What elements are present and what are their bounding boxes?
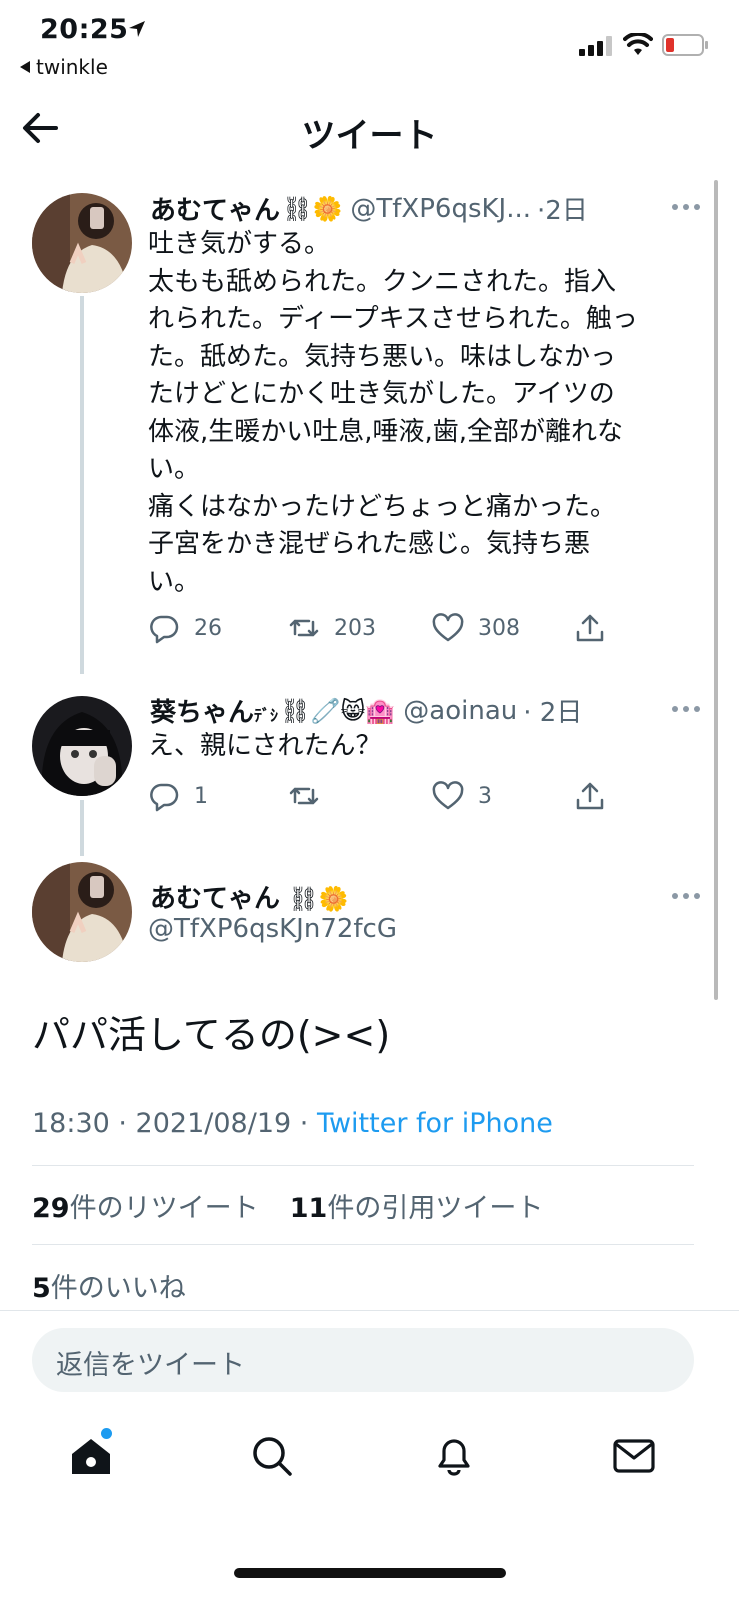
tweet-timestamp: 18:30 · 2021/08/19 · [32, 1108, 317, 1139]
retweet-button[interactable] [288, 780, 334, 812]
nav-header: ツイート [0, 96, 739, 166]
display-name[interactable]: あむてゃん [150, 884, 280, 914]
reply-placeholder: 返信をツイート [56, 1350, 245, 1381]
display-name[interactable]: 葵ちゃん [150, 692, 254, 729]
tweet-actions: 1 3 [148, 780, 618, 820]
tweet-header: 葵ちゃん ﾃﾞｼ ⛓🧷😸🏩 @aoinau · 2日 [150, 692, 582, 729]
name-emojis: ⛓🌼 [288, 885, 349, 913]
thread-connector [80, 296, 84, 674]
tweet-source-link[interactable]: Twitter for iPhone [317, 1108, 553, 1139]
like-stats[interactable]: 5件のいいね [32, 1266, 186, 1305]
like-label: 件のいいね [50, 1273, 186, 1304]
reply-button[interactable]: 26 [148, 612, 222, 644]
retweet-count: 203 [334, 615, 376, 641]
like-button[interactable]: 308 [432, 612, 520, 644]
tweet-text: 吐き気がする。 太もも舐められた。クンニされた。指入 れられた。ディープキスさせ… [148, 229, 638, 597]
username[interactable]: @TfXP6qsKJn72fcG [148, 914, 397, 944]
home-indicator[interactable] [234, 1568, 506, 1578]
tweet-time: · 2日 [523, 698, 583, 728]
more-options-icon[interactable] [671, 892, 701, 900]
display-name[interactable]: あむてゃん [150, 190, 280, 227]
wifi-icon [623, 33, 653, 55]
retweet-stats[interactable]: 29件のリツイート 11件の引用ツイート [32, 1186, 543, 1225]
share-icon [576, 782, 604, 810]
reply-icon [150, 615, 179, 644]
tweet-meta: 18:30 · 2021/08/19 · Twitter for iPhone [32, 1108, 553, 1139]
display-name-suffix: ﾃﾞｼ [254, 705, 279, 725]
retweet-count: 29 [32, 1193, 70, 1224]
reply-icon [150, 783, 179, 812]
heart-icon [432, 781, 464, 810]
like-count: 308 [478, 615, 520, 641]
name-emojis: ⛓🌼 [282, 194, 343, 223]
battery-low-icon [662, 34, 708, 56]
quote-count: 11 [289, 1193, 328, 1224]
username[interactable]: @aoinau [403, 696, 517, 726]
reply-button[interactable]: 1 [148, 780, 208, 812]
back-triangle-icon [20, 61, 30, 73]
notifications-bell-icon[interactable] [432, 1434, 476, 1478]
divider [32, 1244, 694, 1245]
share-icon [576, 614, 604, 642]
back-to-app-link[interactable]: twinkle [20, 55, 108, 79]
tweet-time: ·2日 [537, 196, 588, 226]
page-title: ツイート [301, 116, 438, 156]
divider [0, 1310, 739, 1311]
retweet-icon [289, 787, 319, 805]
home-icon[interactable] [69, 1434, 113, 1478]
divider [32, 1165, 694, 1166]
cellular-signal-icon [579, 36, 612, 56]
retweet-icon [289, 619, 319, 637]
avatar[interactable] [32, 696, 132, 796]
more-options-icon[interactable] [671, 705, 701, 713]
like-count: 3 [478, 783, 492, 809]
thread-connector [80, 800, 84, 856]
reply-input[interactable]: 返信をツイート [32, 1328, 694, 1392]
retweet-button[interactable]: 203 [288, 612, 376, 644]
share-button[interactable] [574, 612, 620, 644]
tweet-actions: 26 203 308 [148, 612, 618, 652]
main-tweet-text: パパ活してるの(><) [32, 1013, 391, 1057]
reply-count: 1 [194, 783, 208, 809]
back-app-label: twinkle [36, 55, 108, 79]
like-button[interactable]: 3 [432, 780, 492, 812]
messages-mail-icon[interactable] [612, 1434, 656, 1478]
tweet-text: え、親にされたん？ [148, 731, 382, 761]
share-button[interactable] [574, 780, 620, 812]
like-count: 5 [32, 1273, 51, 1304]
quote-label: 件の引用ツイート [327, 1193, 544, 1224]
more-options-icon[interactable] [671, 203, 701, 211]
avatar[interactable] [32, 193, 132, 293]
avatar[interactable] [32, 862, 132, 962]
heart-icon [432, 613, 464, 642]
status-bar: 20:25 twinkle [0, 0, 739, 82]
main-tweet-author: あむてゃん ⛓🌼 [150, 878, 349, 915]
new-content-dot [101, 1428, 112, 1439]
status-time: 20:25 [40, 14, 129, 45]
name-emojis: ⛓🧷😸🏩 [280, 696, 396, 725]
location-arrow-icon [129, 21, 145, 37]
scrollbar[interactable] [714, 180, 718, 1000]
search-icon[interactable] [250, 1434, 294, 1478]
tweet-header: あむてゃん ⛓🌼 @TfXP6qsKJ... ·2日 [150, 190, 588, 227]
username[interactable]: @TfXP6qsKJ... [350, 194, 531, 224]
reply-count: 26 [194, 615, 222, 641]
retweet-label: 件のリツイート [69, 1193, 259, 1224]
